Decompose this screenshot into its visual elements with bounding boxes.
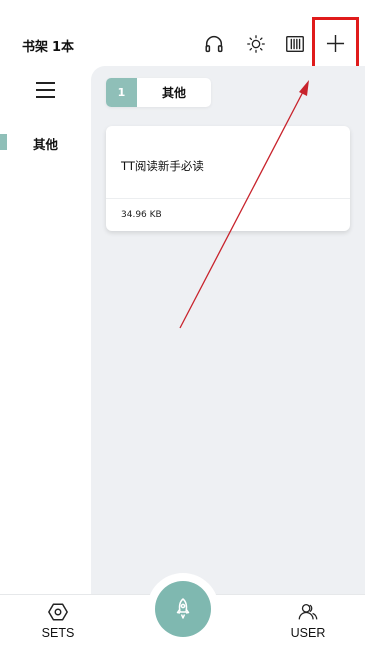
- sidebar-item-other[interactable]: 其他: [0, 132, 91, 152]
- card-divider: [106, 198, 350, 199]
- settings-hex-icon: [48, 603, 68, 621]
- selected-indicator: [0, 134, 7, 150]
- group-tab-name: 其他: [161, 86, 186, 100]
- shelf-title: 书架 1本: [22, 36, 74, 55]
- group-sidebar: 其他: [0, 66, 91, 594]
- group-tab-number: 1: [106, 78, 137, 107]
- nav-sets-label: SETS: [41, 626, 75, 640]
- nav-user[interactable]: USER: [278, 601, 338, 647]
- bookshelf-icon[interactable]: [283, 32, 307, 56]
- headphones-icon[interactable]: [202, 32, 226, 56]
- rocket-icon: [176, 598, 190, 619]
- brightness-icon[interactable]: [244, 32, 268, 56]
- book-card[interactable]: TT阅读新手必读 34.96 KB: [106, 126, 350, 231]
- book-title: TT阅读新手必读: [121, 159, 204, 173]
- top-bar: 书架 1本: [0, 0, 365, 73]
- plus-icon[interactable]: [326, 34, 345, 53]
- sidebar-item-label: 其他: [33, 137, 59, 152]
- launch-button[interactable]: [155, 581, 211, 637]
- nav-user-label: USER: [290, 626, 326, 640]
- book-size: 34.96 KB: [121, 210, 162, 220]
- add-book-highlight-box: [312, 17, 359, 73]
- menu-icon[interactable]: [36, 82, 55, 98]
- book-count: 1本: [52, 40, 75, 55]
- group-tab[interactable]: 1 其他: [106, 78, 211, 107]
- shelf-title-text: 书架: [22, 40, 49, 55]
- nav-sets[interactable]: SETS: [28, 601, 88, 647]
- bookshelf-content: 1 其他 TT阅读新手必读 34.96 KB: [91, 66, 365, 594]
- user-icon: [298, 604, 318, 620]
